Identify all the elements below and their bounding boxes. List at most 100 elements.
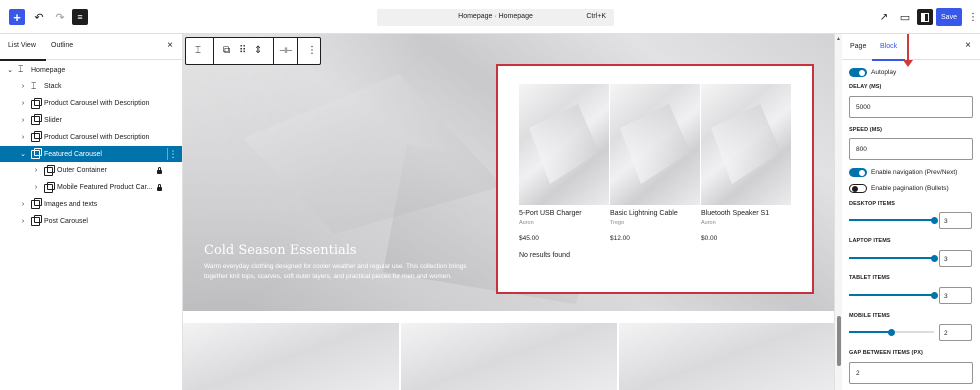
list-view-item-label: Images and texts [44, 200, 98, 208]
list-view-item-label: Mobile Featured Product Car... [57, 184, 153, 192]
product-image [610, 84, 700, 205]
chevron-right-icon[interactable]: › [19, 83, 27, 90]
copy-icon [44, 181, 55, 193]
product-name[interactable]: 5-Port USB Charger [519, 210, 609, 217]
copy-icon [31, 148, 42, 159]
chevron-right-icon[interactable]: › [32, 167, 40, 174]
list-view-item[interactable]: › Mobile Featured Product Car... [0, 180, 182, 196]
undo-icon[interactable]: ↶ [31, 9, 47, 25]
speed-input[interactable]: 800 [849, 138, 973, 160]
product-brand: Auron [519, 220, 534, 226]
stack-icon [18, 64, 27, 75]
document-title: Homepage · Homepage [458, 13, 533, 20]
desktop-items-input[interactable]: 3 [939, 212, 972, 229]
product-price: $12.00 [610, 235, 630, 242]
save-button[interactable]: Save [936, 8, 962, 26]
chevron-right-icon[interactable]: › [32, 184, 40, 191]
navigation-toggle[interactable] [849, 168, 867, 177]
product-image [519, 84, 609, 205]
pagination-label: Enable pagination (Bullets) [871, 185, 949, 192]
scroll-up-icon[interactable]: ▲ [836, 36, 841, 42]
hero-description: Warm everyday clothing designed for cool… [204, 263, 467, 280]
block-options-group: ⋮ [298, 38, 321, 64]
gap-input[interactable]: 2 [849, 362, 973, 384]
featured-carousel-block[interactable]: ⌶ ⧉ ⠿ ⇕ ⊣⊢ ⋮ Cold Season Essentials Warm… [183, 34, 834, 311]
product-carousel[interactable]: 5-Port USB Charger Auron $45.00 Basic Li… [496, 64, 814, 294]
redo-icon[interactable]: ↷ [52, 9, 68, 25]
close-icon[interactable]: × [965, 40, 971, 51]
list-view-item[interactable]: › Outer Container [0, 163, 182, 179]
chevron-down-icon[interactable]: ⌄ [19, 150, 27, 158]
settings-panel-icon[interactable] [917, 9, 933, 25]
mobile-items-slider[interactable] [849, 325, 934, 339]
chevron-right-icon[interactable]: › [19, 117, 27, 124]
product-card[interactable]: 5-Port USB Charger Auron $45.00 [519, 84, 609, 242]
more-options-icon[interactable]: ⋮ [965, 9, 980, 25]
chevron-down-icon[interactable]: ⌄ [6, 66, 14, 74]
product-name[interactable]: Basic Lightning Cable [610, 210, 700, 217]
device-preview-icon[interactable]: ▭ [897, 9, 913, 25]
copy-icon [31, 114, 42, 126]
desktop-items-slider[interactable] [849, 213, 938, 227]
canvas-scrollbar[interactable]: ▲ [834, 34, 842, 390]
images-and-texts-block[interactable] [183, 323, 834, 390]
lock-icon [157, 166, 162, 174]
list-view-item[interactable]: ⌄ Featured Carousel ⋮ [0, 146, 182, 162]
pagination-toggle[interactable] [849, 184, 867, 193]
stack-icon [31, 81, 40, 92]
product-name[interactable]: Bluetooth Speaker S1 [701, 210, 791, 217]
product-card[interactable]: Bluetooth Speaker S1 Auron $0.00 [701, 84, 791, 242]
close-icon[interactable]: × [167, 40, 173, 51]
tab-list-view[interactable]: List View [0, 42, 46, 61]
move-up-down-icon[interactable]: ⇕ [254, 45, 262, 56]
list-view-item-label: Product Carousel with Description [44, 133, 150, 141]
settings-tabs: Page Block × [842, 34, 980, 61]
add-block-icon[interactable]: + [9, 9, 25, 25]
block-align-group: ⊣⊢ [274, 38, 298, 64]
delay-input[interactable]: 5000 [849, 96, 973, 118]
laptop-items-slider[interactable] [849, 251, 938, 265]
chevron-right-icon[interactable]: › [19, 201, 27, 208]
chevron-right-icon[interactable]: › [19, 218, 27, 225]
tablet-items-input[interactable]: 3 [939, 287, 972, 304]
block-options-icon[interactable]: ⋮ [307, 45, 317, 56]
autoplay-label: Autoplay [871, 69, 897, 76]
document-overview-icon[interactable]: ≡ [72, 9, 88, 25]
drag-handle-icon[interactable]: ⠿ [239, 45, 246, 56]
command-palette-bar[interactable]: Homepage · Homepage Ctrl+K [377, 9, 614, 26]
stack-icon[interactable]: ⌶ [195, 45, 201, 56]
list-view-item[interactable]: › Slider [0, 112, 182, 128]
list-view-item-label: Stack [44, 83, 62, 91]
block-options-icon[interactable]: ⋮ [167, 148, 178, 160]
list-view-item[interactable]: ⌄ Homepage [0, 62, 182, 78]
block-move-group: ⧉ ⠿ ⇕ [214, 38, 274, 64]
view-site-icon[interactable]: ↗ [876, 9, 892, 25]
editor-canvas[interactable]: ⌶ ⧉ ⠿ ⇕ ⊣⊢ ⋮ Cold Season Essentials Warm… [183, 34, 834, 390]
autoplay-toggle[interactable] [849, 68, 867, 77]
list-view-item[interactable]: › Product Carousel with Description [0, 129, 182, 145]
image-tile [183, 323, 399, 390]
tab-block[interactable]: Block [871, 43, 906, 61]
list-view-item[interactable]: › Post Carousel [0, 213, 182, 229]
product-price: $0.00 [701, 235, 718, 242]
laptop-items-input[interactable]: 3 [939, 250, 972, 267]
list-view-item[interactable]: › Stack [0, 79, 182, 95]
copy-icon [31, 215, 42, 227]
product-card[interactable]: Basic Lightning Cable Trego $12.00 [610, 84, 700, 242]
tab-page[interactable]: Page [850, 43, 866, 50]
tablet-items-label: TABLET ITEMS [849, 275, 890, 281]
align-icon[interactable]: ⊣⊢ [279, 46, 293, 55]
chevron-right-icon[interactable]: › [19, 100, 27, 107]
list-view-tabs: List View Outline × [0, 34, 182, 61]
scroll-thumb[interactable] [837, 316, 841, 366]
copy-icon[interactable]: ⧉ [223, 45, 230, 56]
gap-label: GAP BETWEEN ITEMS (PX) [849, 350, 923, 356]
list-view-item[interactable]: › Images and texts [0, 196, 182, 212]
tab-outline[interactable]: Outline [51, 42, 73, 49]
list-view-item[interactable]: › Product Carousel with Description [0, 96, 182, 112]
tablet-items-slider[interactable] [849, 288, 938, 302]
chevron-right-icon[interactable]: › [19, 134, 27, 141]
list-view-item-label: Product Carousel with Description [44, 100, 150, 108]
mobile-items-input[interactable]: 2 [939, 324, 972, 341]
editor-top-toolbar: + ↶ ↷ ≡ Homepage · Homepage Ctrl+K ↗ ▭ S… [0, 0, 980, 34]
